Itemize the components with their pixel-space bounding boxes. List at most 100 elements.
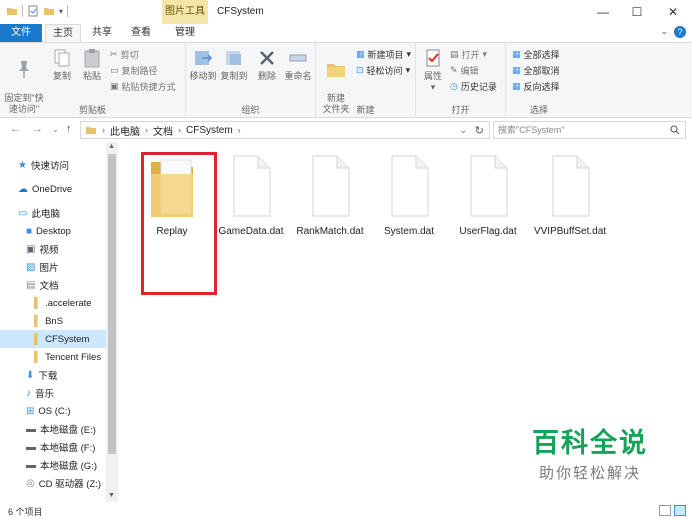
tab-file[interactable]: 文件 [0, 24, 42, 42]
ribbon-tabs: 文件 主页 共享 查看 管理 ⌄ ? [0, 24, 692, 42]
expand-ribbon-icon[interactable]: ⌄ [660, 26, 668, 38]
move-to-button[interactable]: 移动到 [188, 47, 218, 82]
nav-item-drive-f[interactable]: ▬ 本地磁盘 (F:) [0, 438, 106, 456]
tab-share[interactable]: 共享 [84, 24, 120, 42]
nav-scrollbar-thumb[interactable] [108, 154, 116, 454]
new-item-button[interactable]: ▦ 新建项目 ▾ [356, 48, 411, 61]
paste-shortcut-button[interactable]: ▣ 粘贴快捷方式 [110, 80, 176, 93]
forward-arrow-icon[interactable]: → [32, 123, 43, 135]
scissors-icon: ✂ [110, 49, 118, 59]
shortcut-icon: ▣ [110, 81, 119, 91]
chevron-down-icon[interactable]: ⌄ [459, 125, 467, 136]
invert-selection-button[interactable]: ▦ 反向选择 [512, 80, 560, 93]
new-folder-icon[interactable] [43, 5, 55, 17]
maximize-button[interactable]: ☐ [620, 0, 654, 24]
chevron-right-icon[interactable]: › [178, 125, 181, 135]
nav-item-videos[interactable]: ▣ 视频 [0, 240, 106, 258]
file-item-userflag[interactable]: UserFlag.dat [449, 152, 527, 237]
drive-icon: ▬ [26, 423, 36, 435]
customize-toolbar-icon[interactable]: ▾ [59, 7, 63, 16]
nav-item-drive-c[interactable]: ⊞ OS (C:) [0, 402, 106, 420]
delete-button[interactable]: 删除 [254, 47, 280, 82]
scroll-up-icon[interactable]: ▲ [108, 143, 115, 150]
nav-item-onedrive[interactable]: ☁ OneDrive [0, 180, 106, 198]
cut-button[interactable]: ✂ 剪切 [110, 48, 139, 61]
dropdown-arrow-icon: ▾ [482, 49, 488, 59]
scroll-down-icon[interactable]: ▼ [108, 492, 115, 499]
refresh-icon[interactable]: ↻ [475, 124, 484, 137]
history-icon: ◷ [450, 81, 458, 91]
select-all-button[interactable]: ▦ 全部选择 [512, 48, 560, 61]
tab-home[interactable]: 主页 [45, 24, 81, 42]
breadcrumb-documents[interactable]: 文档 [153, 123, 173, 138]
document-icon: ▤ [26, 279, 36, 291]
file-item-rankmatch[interactable]: RankMatch.dat [291, 152, 369, 237]
picture-tools-context-tab[interactable]: 图片工具 [162, 0, 208, 24]
nav-item-tencent-files[interactable]: ▌ Tencent Files [0, 348, 106, 366]
file-item-system[interactable]: System.dat [370, 152, 448, 237]
nav-item-this-pc[interactable]: ▭ 此电脑 [0, 204, 106, 222]
nav-item-pictures[interactable]: ▨ 图片 [0, 258, 106, 276]
star-icon: ★ [18, 159, 27, 171]
copy-to-button[interactable]: 复制到 [219, 47, 249, 82]
paste-button[interactable]: 粘贴 [78, 47, 106, 82]
open-icon: ▤ [450, 49, 459, 59]
close-button[interactable]: ✕ [656, 0, 690, 24]
new-group: 新建 文件夹 ▦ 新建项目 ▾ ⊡ 轻松访问 ▾ 新建 [316, 43, 416, 119]
address-bar[interactable]: › 此电脑 › 文档 › CFSystem › ⌄ ↻ [80, 121, 490, 139]
properties-button[interactable]: 属性 ▾ [419, 47, 447, 93]
nav-item-cfsystem[interactable]: ▌ CFSystem [0, 330, 106, 348]
history-button[interactable]: ◷ 历史记录 [450, 80, 497, 93]
folder-icon: ■ [26, 225, 33, 237]
search-input[interactable]: 搜索"CFSystem" [493, 121, 686, 139]
history-label: 历史记录 [460, 82, 497, 92]
paste-label: 粘贴 [82, 71, 101, 81]
invert-selection-icon: ▦ [512, 81, 521, 91]
details-view-icon[interactable] [659, 505, 671, 516]
nav-item-downloads[interactable]: ⬇ 下载 [0, 366, 106, 384]
properties-icon[interactable] [27, 5, 39, 17]
nav-item-quick-access[interactable]: ★ 快速访问 [0, 156, 106, 174]
picture-icon: ▨ [26, 261, 36, 273]
file-item-vvipbuffset[interactable]: VVIPBuffSet.dat [528, 152, 612, 237]
nav-item-cd-drive-z[interactable]: ◎ CD 驱动器 (Z:) [0, 474, 106, 492]
dropdown-arrow-icon: ▾ [430, 82, 436, 92]
nav-label: 此电脑 [31, 209, 60, 220]
copy-path-button[interactable]: ▭ 复制路径 [110, 64, 158, 77]
nav-item-music[interactable]: ♪ 音乐 [0, 384, 106, 402]
recent-locations-icon[interactable]: ⌄ [52, 125, 59, 134]
edit-button[interactable]: ✎ 编辑 [450, 64, 479, 77]
tab-view[interactable]: 查看 [123, 24, 159, 42]
large-icons-view-icon[interactable] [674, 505, 686, 516]
select-none-button[interactable]: ▦ 全部取消 [512, 64, 560, 77]
nav-item-bns[interactable]: ▌ BnS [0, 312, 106, 330]
up-arrow-icon[interactable]: ↑ [66, 123, 72, 135]
copy-button[interactable]: 复制 [48, 47, 76, 82]
nav-item-drive-g[interactable]: ▬ 本地磁盘 (G:) [0, 456, 106, 474]
chevron-right-icon[interactable]: › [145, 125, 148, 135]
easy-access-button[interactable]: ⊡ 轻松访问 ▾ [356, 64, 410, 77]
window-title: CFSystem [217, 6, 264, 17]
back-arrow-icon[interactable]: ← [10, 123, 21, 135]
nav-item-accelerate[interactable]: ▌ .accelerate [0, 294, 106, 312]
breadcrumb-cfsystem[interactable]: CFSystem [186, 125, 233, 136]
nav-item-documents[interactable]: ▤ 文档 [0, 276, 106, 294]
copy-to-label: 复制到 [220, 71, 248, 81]
folder-icon: ▌ [34, 333, 42, 345]
nav-label: 图片 [39, 263, 59, 274]
help-icon[interactable]: ? [674, 26, 686, 38]
nav-item-desktop[interactable]: ■ Desktop [0, 222, 106, 240]
toolbar-divider [22, 5, 23, 17]
minimize-button[interactable]: — [586, 0, 620, 24]
copy-label: 复制 [52, 71, 71, 81]
nav-item-drive-e[interactable]: ▬ 本地磁盘 (E:) [0, 420, 106, 438]
quick-access-toolbar: ▾ [6, 5, 69, 17]
file-item-gamedata[interactable]: GameData.dat [212, 152, 290, 237]
chevron-right-icon[interactable]: › [102, 125, 105, 135]
tab-manage[interactable]: 管理 [166, 24, 204, 42]
rename-button[interactable]: 重命名 [283, 47, 313, 82]
nav-scrollbar[interactable]: ▲ ▼ [106, 142, 118, 502]
chevron-right-icon[interactable]: › [238, 125, 241, 135]
open-button[interactable]: ▤ 打开 ▾ [450, 48, 487, 61]
breadcrumb-this-pc[interactable]: 此电脑 [110, 123, 140, 138]
